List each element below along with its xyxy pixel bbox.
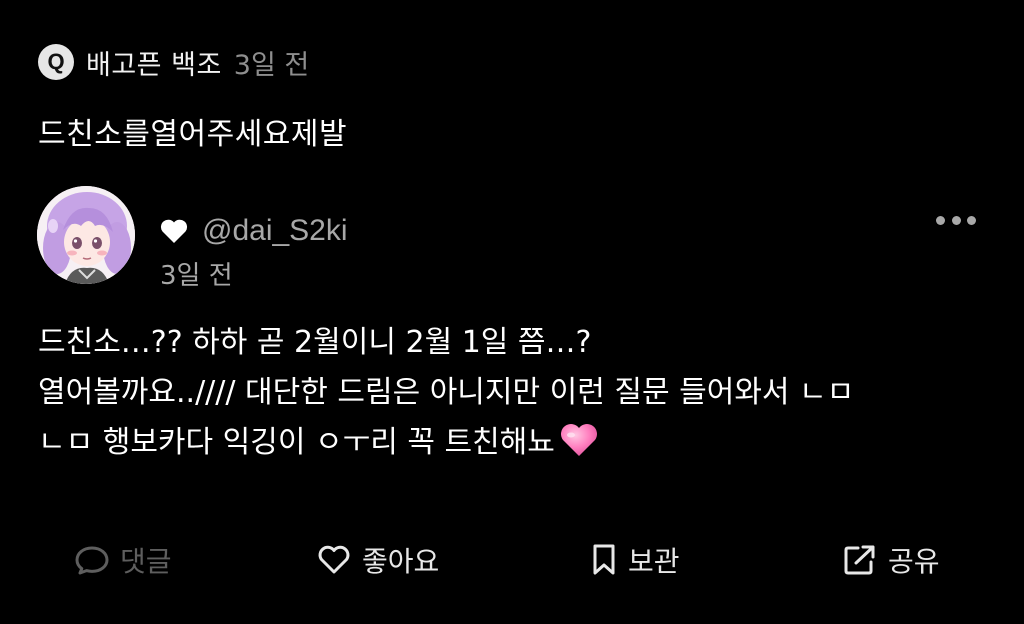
- like-button[interactable]: 좋아요: [316, 535, 439, 585]
- author-row: @dai_S2ki: [160, 211, 348, 251]
- comment-button[interactable]: 댓글: [74, 535, 172, 585]
- save-label: 보관: [628, 545, 680, 578]
- question-badge: Q: [38, 44, 74, 80]
- asker-time: 3일 전: [233, 49, 310, 81]
- share-arrow-icon: [844, 545, 875, 575]
- more-dot: [951, 215, 961, 225]
- post-time: 3일 전: [160, 261, 233, 291]
- speech-bubble-icon: [75, 546, 109, 575]
- like-label: 좋아요: [362, 545, 440, 578]
- share-label: 공유: [888, 545, 940, 578]
- pink-heart-emoji: [560, 424, 597, 456]
- heart-outline-icon: [318, 545, 350, 574]
- answer-text: 열어볼까요..//// 대단한 드림은 아니지만 이런 질문 들어와서 ㄴㅁ: [38, 375, 855, 410]
- answer-body-line: ㄴㅁ 행보카다 익깅이 ㅇㅜ리 꼭 트친해뇨: [38, 418, 998, 468]
- share-button[interactable]: 공유: [842, 535, 940, 585]
- answer-text: ㄴㅁ 행보카다 익깅이 ㅇㅜ리 꼭 트친해뇨: [38, 425, 555, 460]
- heart-icon: [160, 219, 188, 243]
- question-header: Q 배고픈 백조 3일 전: [38, 41, 309, 83]
- comment-label: 댓글: [120, 545, 172, 578]
- bookmark-icon: [593, 544, 615, 575]
- answer-body: 드친소…?? 하하 곧 2월이니 2월 1일 쯤…? 열어볼까요..//// 대…: [38, 318, 998, 468]
- save-button[interactable]: 보관: [590, 535, 680, 585]
- avatar-illustration: [37, 186, 135, 284]
- author-handle[interactable]: @dai_S2ki: [202, 214, 348, 248]
- more-dot: [936, 215, 945, 225]
- more-dots-icon[interactable]: [936, 210, 976, 230]
- question-text: 드친소를열어주세요제발: [38, 117, 348, 152]
- answer-body-line: 열어볼까요..//// 대단한 드림은 아니지만 이런 질문 들어와서 ㄴㅁ: [38, 368, 998, 418]
- avatar[interactable]: [37, 186, 135, 284]
- action-bar: 댓글 좋아요 보관 공유: [0, 535, 1024, 585]
- answer-text: 드친소…?? 하하 곧 2월이니 2월 1일 쯤…?: [38, 325, 592, 360]
- more-dot: [967, 215, 976, 225]
- asker-name[interactable]: 배고픈 백조: [86, 43, 222, 82]
- answer-body-line: 드친소…?? 하하 곧 2월이니 2월 1일 쯤…?: [38, 318, 998, 368]
